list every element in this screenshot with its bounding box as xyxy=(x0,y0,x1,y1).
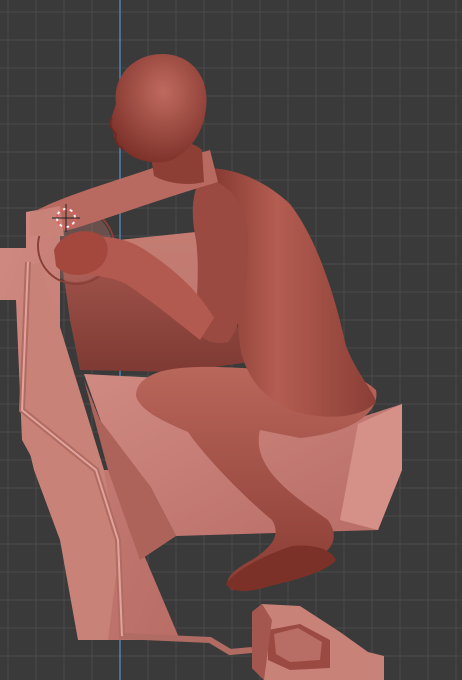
3d-viewport[interactable] xyxy=(0,0,462,680)
scene-render xyxy=(0,54,402,680)
pedal xyxy=(252,604,384,680)
